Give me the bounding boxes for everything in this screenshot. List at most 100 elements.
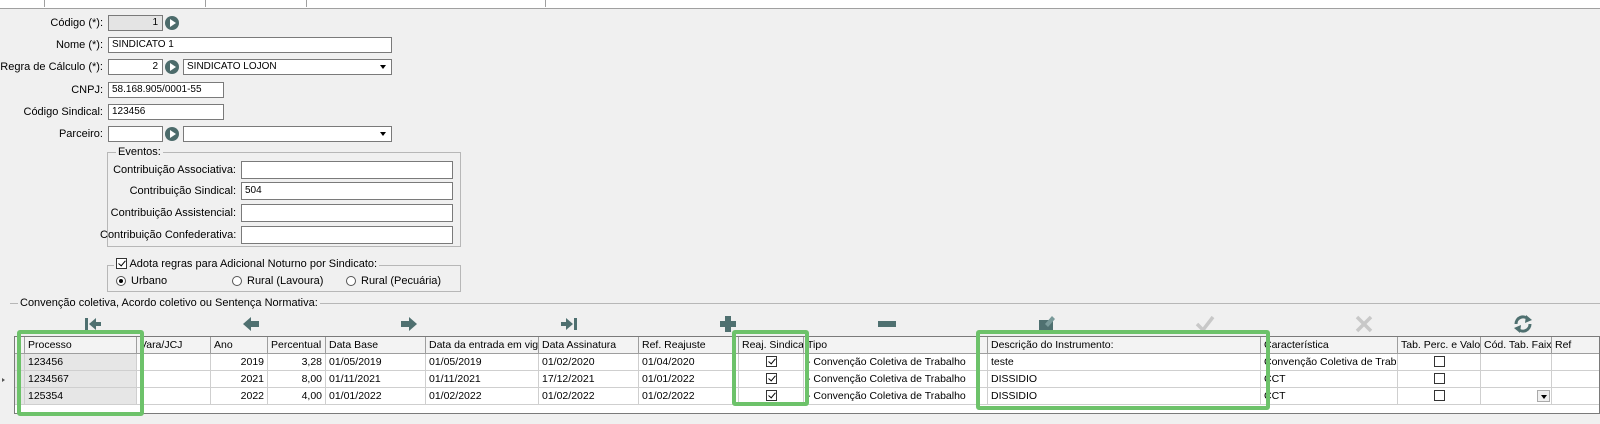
cell-ref-reajuste[interactable]: 01/02/2022 <box>639 388 739 405</box>
top-toolbar-strip <box>0 0 1600 9</box>
toolbar-segment <box>206 0 307 7</box>
radio-rural-lavoura[interactable] <box>232 276 242 286</box>
cell-data-base[interactable]: 01/01/2022 <box>326 388 426 405</box>
noturno-checkbox[interactable] <box>116 258 127 269</box>
regra-code-field[interactable]: 2 <box>108 59 163 75</box>
sindical-label: Contribuição Sindical: <box>129 185 236 197</box>
cell-data-assinatura[interactable]: 01/02/2020 <box>539 354 639 371</box>
parceiro-select[interactable] <box>183 126 392 142</box>
associativa-field[interactable] <box>241 161 453 179</box>
confederativa-field[interactable] <box>241 226 453 244</box>
nome-field[interactable]: SINDICATO 1 <box>108 37 392 53</box>
codigo-sindical-field[interactable]: 123456 <box>108 104 224 120</box>
cnpj-field[interactable]: 58.168.905/0001-55 <box>108 82 224 98</box>
codigo-label: Código (*): <box>50 17 103 29</box>
convencao-title: Convenção coletiva, Acordo coletivo ou S… <box>18 297 320 309</box>
col-header-ref[interactable]: Ref <box>1552 337 1599 354</box>
cell-tab-perc[interactable] <box>1398 388 1481 405</box>
splitter-handle-icon[interactable] <box>2 376 5 416</box>
col-header-data-assinatura[interactable]: Data Assinatura <box>539 337 639 354</box>
cell-ano[interactable]: 2022 <box>211 388 268 405</box>
cell-data-assinatura[interactable]: 01/02/2022 <box>539 388 639 405</box>
col-header-ref-reajuste[interactable]: Ref. Reajuste <box>639 337 739 354</box>
chevron-down-icon[interactable] <box>377 128 390 140</box>
cell-ref-reajuste[interactable]: 01/04/2020 <box>639 354 739 371</box>
cnpj-label: CNPJ: <box>71 84 103 96</box>
remove-icon[interactable] <box>876 314 898 334</box>
cell-caracteristica[interactable]: CCT <box>1261 388 1398 405</box>
cell-data-base[interactable]: 01/11/2021 <box>326 371 426 388</box>
cell-vara[interactable] <box>137 371 211 388</box>
cell-cod-tab-faixa[interactable] <box>1481 371 1552 388</box>
radio-rural-lavoura-label: Rural (Lavoura) <box>247 275 324 287</box>
col-header-vara[interactable]: Vara/JCJ <box>137 337 211 354</box>
assistencial-label: Contribuição Assistencial: <box>110 207 236 219</box>
highlight-processo-column <box>17 330 144 416</box>
codigo-sindical-label: Código Sindical: <box>23 106 104 118</box>
radio-urbano-label: Urbano <box>131 275 168 287</box>
col-header-tipo[interactable]: Tipo <box>804 337 988 354</box>
col-header-cod-tab-faixa[interactable]: Cód. Tab. Faixa <box>1481 337 1552 354</box>
col-header-ano[interactable]: Ano <box>211 337 268 354</box>
cell-cod-tab-faixa[interactable] <box>1481 354 1552 371</box>
cell-ref[interactable] <box>1552 371 1599 388</box>
refresh-icon[interactable] <box>1512 314 1534 334</box>
col-header-data-base[interactable]: Data Base <box>326 337 426 354</box>
col-header-percentual[interactable]: Percentual <box>268 337 326 354</box>
toolbar-segment <box>45 0 206 7</box>
next-icon[interactable] <box>398 314 420 334</box>
toolbar-segment <box>0 0 45 7</box>
cell-data-vigor[interactable]: 01/02/2022 <box>426 388 539 405</box>
cell-data-vigor[interactable]: 01/05/2019 <box>426 354 539 371</box>
noturno-checkbox-label: Adota regras para Adicional Noturno por … <box>129 258 378 270</box>
radio-urbano[interactable] <box>116 276 126 286</box>
cell-tab-perc[interactable] <box>1398 354 1481 371</box>
parceiro-lookup-icon[interactable] <box>165 127 179 141</box>
tab-perc-checkbox[interactable] <box>1434 390 1445 401</box>
assistencial-field[interactable] <box>241 204 453 222</box>
cell-caracteristica[interactable]: Convenção Coletiva de Trabalho <box>1261 354 1398 371</box>
parceiro-code-field[interactable] <box>108 126 163 142</box>
cell-cod-tab-faixa[interactable] <box>1481 388 1552 405</box>
chevron-down-icon[interactable] <box>377 61 390 73</box>
regra-lookup-icon[interactable] <box>165 60 179 74</box>
codigo-lookup-icon[interactable] <box>165 16 179 30</box>
cell-tipo[interactable]: - Convenção Coletiva de Trabalho <box>804 354 988 371</box>
cancel-icon <box>1355 315 1373 333</box>
cell-ano[interactable]: 2019 <box>211 354 268 371</box>
cell-data-vigor[interactable]: 01/11/2021 <box>426 371 539 388</box>
cell-vara[interactable] <box>137 354 211 371</box>
cell-percentual[interactable]: 8,00 <box>268 371 326 388</box>
tab-perc-checkbox[interactable] <box>1434 356 1445 367</box>
cell-ref-reajuste[interactable]: 01/01/2022 <box>639 371 739 388</box>
eventos-title: Eventos: <box>116 146 163 158</box>
col-header-caracteristica[interactable]: Característica <box>1261 337 1398 354</box>
radio-rural-pecuaria[interactable] <box>346 276 356 286</box>
regra-select-value: SINDICATO LOJON <box>187 61 277 72</box>
cell-tipo[interactable]: - Convenção Coletiva de Trabalho <box>804 371 988 388</box>
confederativa-label: Contribuição Confederativa: <box>100 229 237 241</box>
cell-data-assinatura[interactable]: 17/12/2021 <box>539 371 639 388</box>
radio-rural-pecuaria-label: Rural (Pecuária) <box>361 275 442 287</box>
cell-caracteristica[interactable]: CCT <box>1261 371 1398 388</box>
nome-label: Nome (*): <box>55 39 103 51</box>
tab-perc-checkbox[interactable] <box>1434 373 1445 384</box>
col-header-tab-perc[interactable]: Tab. Perc. e Valor <box>1398 337 1481 354</box>
prev-icon[interactable] <box>240 314 262 334</box>
col-header-data-vigor[interactable]: Data da entrada em vigor <box>426 337 539 354</box>
cell-ref[interactable] <box>1552 354 1599 371</box>
cell-percentual[interactable]: 4,00 <box>268 388 326 405</box>
cell-percentual[interactable]: 3,28 <box>268 354 326 371</box>
chevron-down-icon[interactable] <box>1537 390 1550 402</box>
cell-tab-perc[interactable] <box>1398 371 1481 388</box>
cell-ref[interactable] <box>1552 388 1599 405</box>
cell-ano[interactable]: 2021 <box>211 371 268 388</box>
cell-data-base[interactable]: 01/05/2019 <box>326 354 426 371</box>
cell-vara[interactable] <box>137 388 211 405</box>
last-icon[interactable] <box>558 314 580 334</box>
regra-select[interactable]: SINDICATO LOJON <box>183 59 392 75</box>
codigo-field[interactable]: 1 <box>108 15 163 31</box>
sindical-field[interactable]: 504 <box>241 182 453 200</box>
cell-tipo[interactable]: - Convenção Coletiva de Trabalho <box>804 388 988 405</box>
noturno-checkbox-row[interactable]: Adota regras para Adicional Noturno por … <box>114 258 380 270</box>
